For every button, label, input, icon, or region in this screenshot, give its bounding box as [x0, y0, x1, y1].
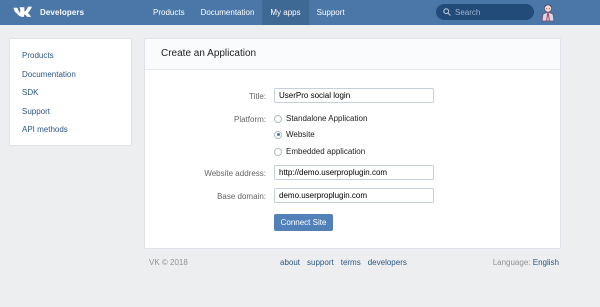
radio-standalone[interactable]: Standalone Application — [274, 114, 367, 123]
sidebar-item-sdk[interactable]: SDK — [10, 86, 131, 105]
nav-documentation[interactable]: Documentation — [193, 0, 263, 25]
radio-button[interactable] — [274, 147, 282, 156]
nav-my-apps[interactable]: My apps — [262, 0, 309, 25]
platform-label: Platform: — [233, 115, 266, 124]
footer: VK © 2018 about support terms developers… — [0, 258, 600, 270]
sidebar-item-api-methods[interactable]: API methods — [10, 123, 131, 142]
logo[interactable]: Developers — [13, 5, 84, 20]
footer-link-developers[interactable]: developers — [368, 258, 407, 267]
footer-links: about support terms developers — [280, 258, 414, 267]
main-nav: Products Documentation My apps Support — [145, 0, 353, 25]
footer-link-about[interactable]: about — [280, 258, 300, 267]
nav-products[interactable]: Products — [145, 0, 193, 25]
search-box[interactable] — [436, 4, 534, 20]
radio-embedded[interactable]: Embedded application — [274, 147, 365, 156]
nav-support[interactable]: Support — [309, 0, 353, 25]
language-value[interactable]: English — [533, 258, 559, 267]
footer-link-support[interactable]: support — [307, 258, 334, 267]
sidebar-item-documentation[interactable]: Documentation — [10, 68, 131, 87]
page-title: Create an Application — [145, 39, 560, 70]
brand-name: Developers — [40, 8, 85, 17]
sidebar-item-support[interactable]: Support — [10, 105, 131, 124]
language-label: Language: — [492, 258, 531, 267]
search-input[interactable] — [455, 7, 530, 17]
top-bar: Developers Products Documentation My app… — [0, 0, 600, 25]
title-input[interactable] — [274, 88, 434, 103]
radio-label: Embedded application — [286, 147, 366, 156]
radio-website[interactable]: Website — [274, 130, 315, 139]
radio-button[interactable] — [274, 114, 282, 123]
create-app-panel: Create an Application — [144, 38, 561, 249]
title-label: Title: — [248, 92, 266, 101]
connect-site-button[interactable]: Connect Site — [274, 214, 333, 231]
language-selector: Language: English — [493, 258, 559, 267]
website-address-input[interactable] — [274, 165, 434, 180]
base-domain-input[interactable] — [274, 188, 434, 203]
website-address-label: Website address: — [204, 169, 266, 178]
copyright: VK © 2018 — [149, 258, 188, 267]
footer-link-terms[interactable]: terms — [341, 258, 361, 267]
sidebar: Products Documentation SDK Support API m… — [9, 38, 132, 146]
radio-label: Standalone Application — [286, 114, 368, 123]
vk-logo-icon — [13, 6, 32, 17]
sidebar-item-products[interactable]: Products — [10, 49, 131, 68]
base-domain-label: Base domain: — [217, 192, 266, 201]
radio-button-checked[interactable] — [274, 130, 282, 139]
search-icon — [443, 8, 451, 16]
avatar-icon[interactable] — [539, 2, 557, 22]
radio-label: Website — [286, 130, 315, 139]
